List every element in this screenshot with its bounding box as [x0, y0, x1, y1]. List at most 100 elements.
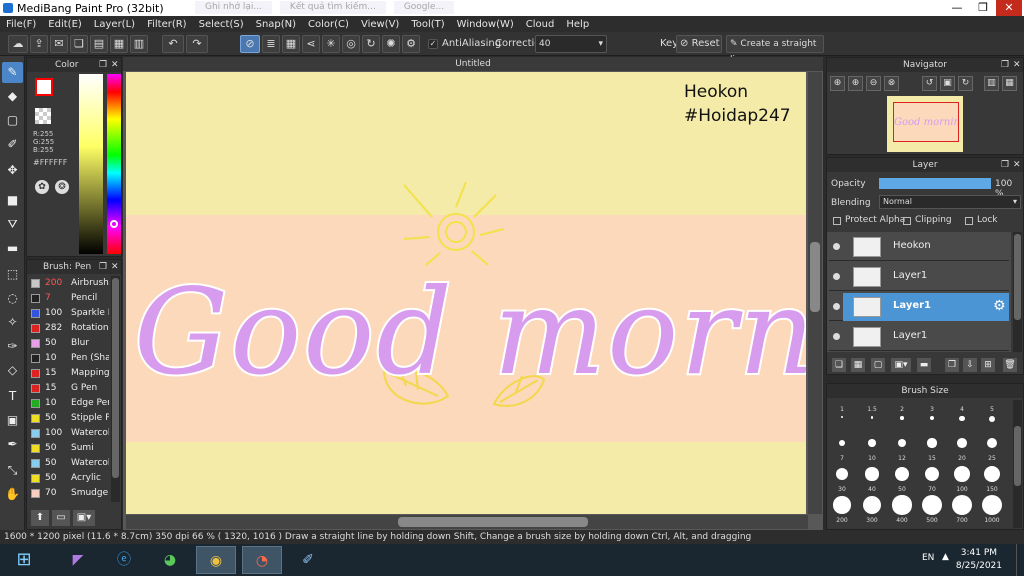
grid-icon[interactable]: ▥: [130, 35, 148, 53]
close-panel-icon[interactable]: ✕: [111, 260, 119, 274]
brush-size-option[interactable]: 300: [859, 495, 885, 525]
brush-item[interactable]: 100 Sparkle B: [29, 306, 109, 321]
paint-icon[interactable]: ✐: [288, 546, 328, 574]
brush-size-scrollbar[interactable]: [1013, 400, 1022, 528]
brush-size-option[interactable]: 30: [829, 464, 855, 494]
cloud-icon[interactable]: ☁: [8, 35, 28, 53]
redo-icon[interactable]: ↷: [186, 35, 208, 53]
brush-item[interactable]: 282 Rotation: [29, 321, 109, 336]
lock-checkbox[interactable]: [965, 217, 973, 225]
correction-select[interactable]: 40 ▾: [535, 35, 607, 53]
brush-settings-icon[interactable]: ▭: [52, 510, 70, 526]
brush-size-option[interactable]: 1000: [979, 495, 1005, 525]
brush-size-option[interactable]: 10: [859, 433, 885, 463]
brush-size-option[interactable]: 3: [919, 402, 945, 432]
layer-scrollbar-thumb[interactable]: [1014, 234, 1021, 320]
brush-size-option[interactable]: 50: [889, 464, 915, 494]
brush-size-option[interactable]: 200: [829, 495, 855, 525]
brush-size-option[interactable]: 7: [829, 433, 855, 463]
lasso-tool-icon[interactable]: ◌: [2, 288, 23, 309]
navigator-preview[interactable]: Good morning: [887, 96, 963, 152]
brush-size-option[interactable]: 150: [979, 464, 1005, 494]
visibility-icon[interactable]: [833, 243, 840, 250]
rotate-right-icon[interactable]: ↻: [958, 76, 973, 91]
zoom-actual-icon[interactable]: ⊕: [848, 76, 863, 91]
brush-size-option[interactable]: 2: [889, 402, 915, 432]
color-wheel-icon[interactable]: ❂: [55, 180, 69, 194]
clock[interactable]: 3:41 PM 8/25/2021: [956, 547, 1002, 573]
palette-icon[interactable]: ✿: [35, 180, 49, 194]
artboard[interactable]: Heokon #Hoidap247 Good morning: [126, 72, 806, 514]
brush-item[interactable]: 50 Stipple Pe: [29, 411, 109, 426]
canvas-tab[interactable]: Untitled: [123, 57, 823, 71]
vanishing-point-icon[interactable]: ✺: [382, 35, 400, 53]
minimize-button[interactable]: —: [944, 0, 970, 16]
float-icon[interactable]: ❐: [99, 260, 107, 274]
snap-off-icon[interactable]: ⊘: [240, 35, 260, 53]
transparent-swatch[interactable]: [35, 108, 51, 124]
dot-tool-icon[interactable]: ✐: [2, 134, 23, 155]
float-icon[interactable]: ❐: [99, 58, 107, 72]
bucket-tool-icon[interactable]: ⛛: [2, 214, 23, 235]
brush-size-option[interactable]: 400: [889, 495, 915, 525]
canvas-horizontal-scrollbar[interactable]: [126, 515, 808, 529]
new-layer-icon[interactable]: ❏: [832, 358, 846, 372]
primary-color-swatch[interactable]: [35, 78, 53, 96]
eyedropper-icon[interactable]: ✒: [2, 434, 23, 455]
brush-size-option[interactable]: 1.5: [859, 402, 885, 432]
new-1bit-layer-icon[interactable]: ▢: [871, 358, 885, 372]
straight-line-button[interactable]: ✎ Create a straight line: [726, 35, 824, 65]
brightness-bar[interactable]: [79, 74, 103, 254]
visual-studio-icon[interactable]: ◤: [58, 546, 98, 574]
coccoc-browser-icon[interactable]: ◕: [150, 546, 190, 574]
brush-item[interactable]: 15 G Pen: [29, 381, 109, 396]
visibility-icon[interactable]: [833, 333, 840, 340]
brush-menu-icon[interactable]: ▣▾: [73, 510, 95, 526]
radial-snap-icon[interactable]: ⋖: [302, 35, 320, 53]
snap-settings-icon[interactable]: ⚙: [402, 35, 420, 53]
close-button[interactable]: ✕: [996, 0, 1022, 16]
trash-icon[interactable]: 🗑: [1003, 358, 1017, 372]
reset-button[interactable]: ⊘ Reset: [676, 35, 722, 53]
layer-scrollbar[interactable]: [1013, 232, 1022, 352]
fill-shape-icon[interactable]: ■: [2, 190, 23, 211]
comment-icon[interactable]: ✉: [50, 35, 68, 53]
menu-filter[interactable]: Filter(R): [141, 19, 193, 30]
canvas-vertical-scrollbar[interactable]: [808, 72, 822, 514]
hue-handle[interactable]: [110, 220, 118, 228]
layer-row[interactable]: Layer1: [829, 323, 1009, 351]
brush-size-option[interactable]: 1: [829, 402, 855, 432]
brush-scrollbar[interactable]: [111, 276, 120, 502]
flip-icon[interactable]: ▥: [984, 76, 999, 91]
brush-item[interactable]: 100 Watercol: [29, 426, 109, 441]
menu-tool[interactable]: Tool(T): [405, 19, 450, 30]
internet-explorer-icon[interactable]: ⓔ: [104, 546, 144, 574]
opacity-slider[interactable]: [879, 178, 991, 189]
circle-snap-icon[interactable]: ◎: [342, 35, 360, 53]
brush-item[interactable]: 10 Edge Pen: [29, 396, 109, 411]
menu-edit[interactable]: Edit(E): [42, 19, 88, 30]
eraser-tool-icon[interactable]: ◆: [2, 86, 23, 107]
text-tool-icon[interactable]: T: [2, 386, 23, 407]
brush-size-option[interactable]: 100: [949, 464, 975, 494]
select-tool-icon[interactable]: ⬚: [2, 264, 23, 285]
menu-select[interactable]: Select(S): [193, 19, 250, 30]
brush-size-scroll-thumb[interactable]: [1014, 426, 1021, 486]
visibility-icon[interactable]: [833, 273, 840, 280]
brush-item[interactable]: 15 Mapping: [29, 366, 109, 381]
zoom-out-icon[interactable]: ⊖: [866, 76, 881, 91]
rectangle-select-icon[interactable]: ▢: [2, 110, 23, 131]
clear-layer-icon[interactable]: ⊞: [981, 358, 995, 372]
gear-icon[interactable]: ⚙: [993, 298, 1006, 314]
brush-size-option[interactable]: 25: [979, 433, 1005, 463]
duplicate-layer-icon[interactable]: ❐: [945, 358, 959, 372]
grid-snap-icon[interactable]: ▦: [282, 35, 300, 53]
navigator-viewport[interactable]: Good morning: [893, 102, 959, 142]
brush-size-option[interactable]: 15: [919, 433, 945, 463]
rotate-left-icon[interactable]: ↺: [922, 76, 937, 91]
menu-file[interactable]: File(F): [0, 19, 42, 30]
move-tool-icon[interactable]: ✥: [2, 160, 23, 181]
close-panel-icon[interactable]: ✕: [1013, 158, 1021, 172]
brush-item[interactable]: 50 Sumi: [29, 441, 109, 456]
layer-menu-icon[interactable]: ▣▾: [891, 358, 911, 372]
